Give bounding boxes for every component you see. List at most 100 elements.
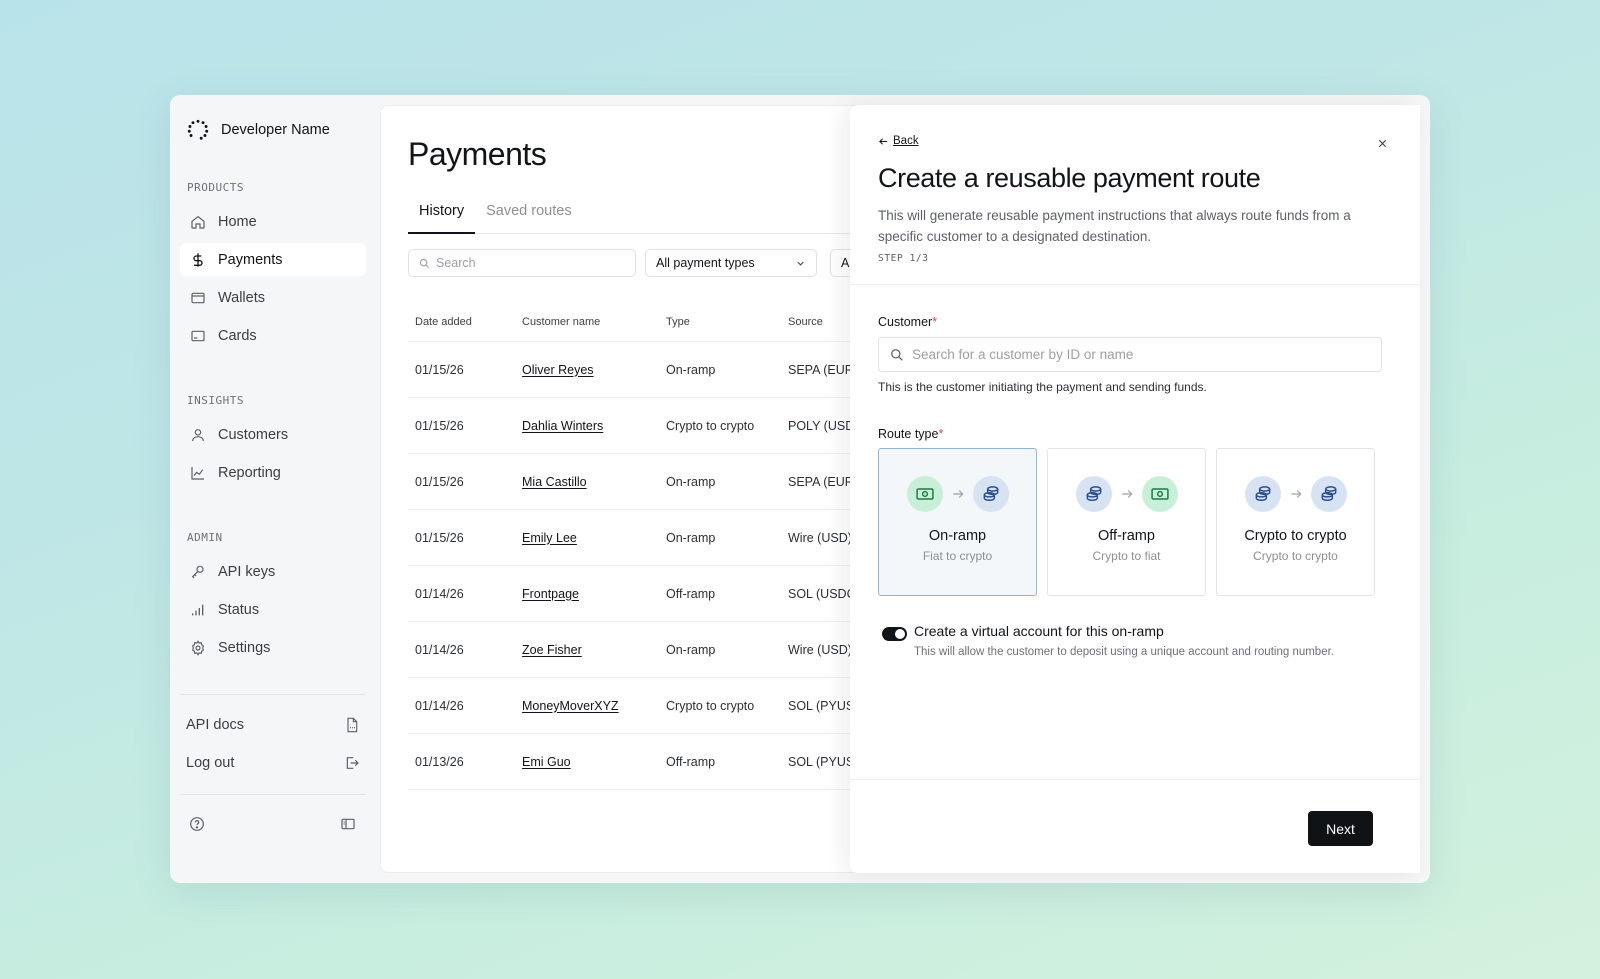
section-label-products: PRODUCTS xyxy=(187,181,244,194)
page-title: Payments xyxy=(408,136,547,172)
drawer-description: This will generate reusable payment inst… xyxy=(878,208,1351,244)
section-label-insights: INSIGHTS xyxy=(187,394,244,407)
route-option-title: On-ramp xyxy=(928,528,987,544)
sidebar-item-settings[interactable]: Settings xyxy=(180,631,366,664)
sidebar-item-label: Cards xyxy=(218,327,257,344)
back-label: Back xyxy=(893,135,919,147)
drawer-divider xyxy=(850,284,1420,285)
route-option-title: Crypto to crypto xyxy=(1244,528,1347,544)
virtual-account-help: This will allow the customer to deposit … xyxy=(914,646,1334,658)
route-option-off-ramp[interactable]: Off-ramp Crypto to fiat xyxy=(1047,448,1206,596)
customer-link[interactable]: Emi Guo xyxy=(515,755,659,769)
cell-date: 01/14/26 xyxy=(415,586,464,601)
sidebar-item-reporting[interactable]: Reporting xyxy=(180,456,366,489)
sidebar-item-api-docs[interactable]: API docs xyxy=(180,710,366,740)
coins-icon xyxy=(1310,476,1347,512)
sidebar-item-label: Reporting xyxy=(218,464,281,481)
table-row[interactable]: 01/15/26 Emily Lee On-ramp Wire (USD) xyxy=(408,510,868,566)
customer-link[interactable]: MoneyMoverXYZ xyxy=(515,699,659,713)
table-row[interactable]: 01/14/26 Frontpage Off-ramp SOL (USDC xyxy=(408,566,868,622)
cell-type: On-ramp xyxy=(666,530,716,545)
table-row[interactable]: 01/14/26 Zoe Fisher On-ramp Wire (USD) xyxy=(408,622,868,678)
virtual-account-toggle[interactable] xyxy=(882,627,907,641)
sidebar-item-label: API keys xyxy=(218,563,276,580)
route-option-subtitle: Crypto to crypto xyxy=(1253,549,1338,563)
column-header-customer[interactable]: Customer name xyxy=(515,316,659,328)
sidebar-item-home[interactable]: Home xyxy=(180,205,366,238)
virtual-account-label: Create a virtual account for this on-ram… xyxy=(914,623,1164,639)
logout-icon xyxy=(344,755,360,771)
brand-name: Developer Name xyxy=(221,122,330,138)
sidebar: Developer Name PRODUCTS Home Payments Wa… xyxy=(170,95,380,883)
arrow-right-icon xyxy=(1289,487,1303,501)
route-type-label: Route type* xyxy=(878,427,943,441)
table-row[interactable]: 01/15/26 Dahlia Winters Crypto to crypto PO… xyxy=(408,398,868,454)
column-header-type[interactable]: Type xyxy=(659,316,781,328)
customer-search-input[interactable] xyxy=(912,347,1372,362)
sidebar-item-cards[interactable]: Cards xyxy=(180,319,366,352)
tab-history[interactable]: History xyxy=(408,200,476,234)
cell-type: Off-ramp xyxy=(666,754,716,769)
customer-search-field[interactable] xyxy=(878,337,1382,372)
sidebar-divider xyxy=(180,794,366,795)
table-row[interactable]: 01/13/26 Emi Guo Off-ramp SOL (PYUSD xyxy=(408,734,868,790)
route-option-on-ramp[interactable]: On-ramp Fiat to crypto xyxy=(878,448,1037,596)
app-window: Developer Name PRODUCTS Home Payments Wa… xyxy=(170,95,1430,883)
search-icon xyxy=(890,348,904,362)
table-header: Date added Customer name Type Source xyxy=(408,302,868,342)
customer-label-text: Customer xyxy=(878,315,933,329)
payment-type-select[interactable]: All payment types xyxy=(645,249,817,277)
sidebar-item-label: Log out xyxy=(186,755,235,771)
cell-date: 01/14/26 xyxy=(415,642,464,657)
user-icon xyxy=(189,426,206,443)
table-row[interactable]: 01/15/26 Oliver Reyes On-ramp SEPA (EUR) xyxy=(408,342,868,398)
close-button[interactable] xyxy=(1374,135,1390,151)
cell-type: Off-ramp xyxy=(666,586,716,601)
customer-label: Customer* xyxy=(878,315,937,329)
route-option-subtitle: Fiat to crypto xyxy=(922,549,993,563)
cell-type: On-ramp xyxy=(666,362,716,377)
customer-helper-text: This is the customer initiating the paym… xyxy=(878,380,1207,394)
sidebar-item-log-out[interactable]: Log out xyxy=(180,748,366,778)
sidebar-toggle-icon[interactable] xyxy=(340,816,356,832)
search-field[interactable] xyxy=(408,249,636,277)
route-option-crypto-to-crypto[interactable]: Crypto to crypto Crypto to crypto xyxy=(1216,448,1375,596)
coins-icon xyxy=(1244,476,1281,512)
column-header-date[interactable]: Date added xyxy=(408,316,515,328)
sidebar-item-label: API docs xyxy=(186,717,245,733)
arrow-left-icon xyxy=(878,136,889,147)
customer-link[interactable]: Dahlia Winters xyxy=(515,419,659,433)
tab-saved-routes[interactable]: Saved routes xyxy=(475,200,582,234)
sidebar-item-status[interactable]: Status xyxy=(180,593,366,626)
sidebar-item-api-keys[interactable]: API keys xyxy=(180,555,366,588)
coins-icon xyxy=(1075,476,1112,512)
sidebar-item-wallets[interactable]: Wallets xyxy=(180,281,366,314)
customer-link[interactable]: Frontpage xyxy=(515,587,659,601)
table-row[interactable]: 01/14/26 MoneyMoverXYZ Crypto to crypto SOL… xyxy=(408,678,868,734)
card-icon xyxy=(189,327,206,344)
next-button[interactable]: Next xyxy=(1308,811,1373,846)
required-mark: * xyxy=(932,315,938,329)
customer-link[interactable]: Emily Lee xyxy=(515,531,659,545)
coins-icon xyxy=(972,476,1009,512)
step-indicator: STEP 1/3 xyxy=(878,253,929,264)
cell-type: On-ramp xyxy=(666,474,716,489)
route-icons xyxy=(1244,476,1347,512)
route-type-label-text: Route type xyxy=(878,427,939,441)
sidebar-item-customers[interactable]: Customers xyxy=(180,418,366,451)
section-label-admin: ADMIN xyxy=(187,531,223,544)
sidebar-item-payments[interactable]: Payments xyxy=(180,243,366,276)
search-input[interactable] xyxy=(436,256,626,270)
sidebar-item-label: Home xyxy=(218,213,257,230)
customer-link[interactable]: Oliver Reyes xyxy=(515,363,659,377)
customer-link[interactable]: Zoe Fisher xyxy=(515,643,659,657)
sidebar-item-label: Payments xyxy=(218,251,283,268)
doc-file-icon xyxy=(344,717,360,733)
table-row[interactable]: 01/15/26 Mia Castillo On-ramp SEPA (EUR) xyxy=(408,454,868,510)
tab-bar: History Saved routes xyxy=(408,200,878,234)
brand[interactable]: Developer Name xyxy=(187,119,330,141)
customer-link[interactable]: Mia Castillo xyxy=(515,475,659,489)
help-icon[interactable] xyxy=(189,816,205,832)
back-link[interactable]: Back xyxy=(878,135,919,147)
cell-date: 01/15/26 xyxy=(415,530,464,545)
